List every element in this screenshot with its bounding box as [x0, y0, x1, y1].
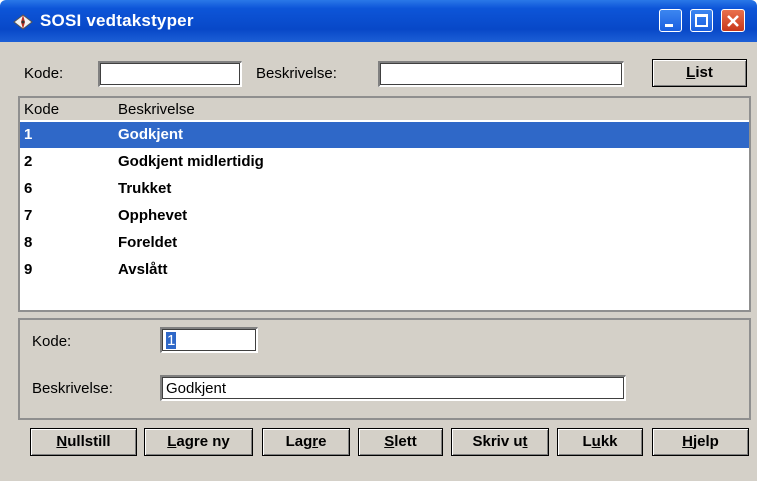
row-kode: 1: [24, 126, 33, 143]
row-beskrivelse: Godkjent: [118, 126, 184, 143]
row-beskrivelse: Opphevet: [118, 207, 188, 224]
list-row[interactable]: 1 Godkjent: [20, 122, 749, 148]
minimize-icon: [665, 24, 673, 27]
detail-kode-label: Kode:: [32, 333, 72, 350]
lagre-ny-label: agre ny: [176, 433, 230, 450]
nullstill-button[interactable]: Nullstill: [30, 428, 137, 456]
column-header-beskrivelse[interactable]: Beskrivelse: [118, 101, 195, 118]
skriv-ut-label-pre: Skriv u: [472, 433, 523, 450]
maximize-icon: [695, 14, 708, 27]
row-kode: 9: [24, 261, 33, 278]
results-list[interactable]: Kode Beskrivelse 1 Godkjent 2 Godkjent m…: [18, 96, 751, 312]
row-beskrivelse: Foreldet: [118, 234, 178, 251]
lagre-label: e: [318, 433, 327, 450]
client-area: Kode: Beskrivelse: List Kode Beskrivelse…: [0, 42, 757, 481]
lukk-accel: u: [591, 433, 601, 450]
detail-kode-value: 1: [166, 332, 177, 349]
skriv-ut-button[interactable]: Skriv ut: [451, 428, 549, 456]
maximize-button[interactable]: [690, 9, 713, 32]
detail-kode-input[interactable]: 1: [160, 327, 258, 353]
hjelp-accel: H: [682, 433, 693, 450]
list-row[interactable]: 6 Trukket: [20, 176, 749, 202]
row-beskrivelse: Godkjent midlertidig: [118, 153, 264, 170]
row-kode: 8: [24, 234, 33, 251]
lagre-label-pre: Lag: [285, 433, 313, 450]
minimize-button[interactable]: [659, 9, 682, 32]
close-button[interactable]: [721, 9, 745, 32]
lukk-label-pre: L: [582, 433, 592, 450]
window-title: SOSI vedtakstyper: [40, 11, 194, 30]
title-bar[interactable]: SOSI vedtakstyper: [0, 0, 757, 42]
nullstill-accel: N: [56, 433, 68, 450]
detail-beskrivelse-input[interactable]: Godkjent: [160, 375, 626, 401]
nullstill-label: ullstill: [67, 433, 111, 450]
skriv-ut-accel: t: [522, 433, 528, 450]
row-beskrivelse: Trukket: [118, 180, 172, 197]
lukk-label: kk: [600, 433, 618, 450]
row-beskrivelse: Avslått: [118, 261, 168, 278]
column-header-kode[interactable]: Kode: [24, 101, 59, 118]
search-kode-label: Kode:: [24, 65, 64, 82]
search-beskrivelse-input[interactable]: [378, 61, 624, 87]
search-kode-input[interactable]: [98, 61, 242, 87]
list-button-accel: L: [686, 64, 696, 81]
list-row[interactable]: 8 Foreldet: [20, 230, 749, 256]
detail-beskrivelse-label: Beskrivelse:: [32, 380, 113, 397]
detail-panel: Kode: 1 Beskrivelse: Godkjent: [18, 318, 751, 420]
list-button[interactable]: List: [652, 59, 747, 87]
compass-icon: [12, 13, 34, 31]
list-button-label: ist: [695, 64, 713, 81]
lagre-button[interactable]: Lagre: [262, 428, 350, 456]
app-window: SOSI vedtakstyper Kode: Beskrivelse: Lis…: [0, 0, 757, 481]
slett-accel: S: [384, 433, 395, 450]
search-beskrivelse-label: Beskrivelse:: [256, 65, 337, 82]
list-row[interactable]: 9 Avslått: [20, 257, 749, 283]
slett-button[interactable]: Slett: [358, 428, 443, 456]
row-kode: 7: [24, 207, 33, 224]
list-row[interactable]: 2 Godkjent midlertidig: [20, 149, 749, 175]
lukk-button[interactable]: Lukk: [557, 428, 643, 456]
list-header: Kode Beskrivelse: [20, 98, 749, 120]
slett-label: lett: [394, 433, 417, 450]
row-kode: 2: [24, 153, 33, 170]
row-kode: 6: [24, 180, 33, 197]
hjelp-label: jelp: [693, 433, 719, 450]
list-row[interactable]: 7 Opphevet: [20, 203, 749, 229]
lagre-ny-button[interactable]: Lagre ny: [144, 428, 253, 456]
close-icon: [727, 15, 739, 27]
hjelp-button[interactable]: Hjelp: [652, 428, 749, 456]
